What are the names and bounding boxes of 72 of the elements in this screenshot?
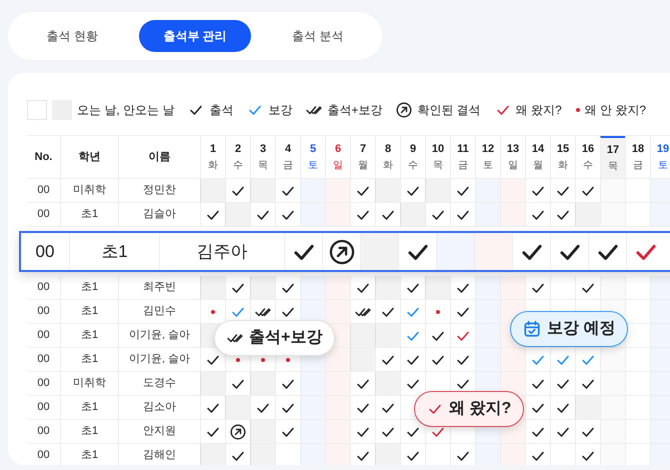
day-weekday: 토 [483,158,493,173]
day-date: 5 [310,142,316,158]
table-cell-text: 00 [36,376,51,392]
table-cell: 초1 [60,348,118,371]
legend-label: 오는 날, 안오는 날 [77,102,174,119]
day-date: 11 [457,142,469,158]
day-weekday: 금 [633,158,643,173]
day-date: 16 [582,142,594,158]
day-weekday: 화 [383,158,393,173]
table-cell-text: 00 [36,448,51,464]
day-date: 10 [432,142,444,158]
table-cell-text: 00 [36,280,51,296]
legend-label: 왜 안 왔지? [584,102,646,119]
table-cell-text: 00 [36,304,51,320]
day-weekday: 수 [583,158,593,173]
day-date: 4 [284,142,292,158]
day-date: 1 [210,142,216,158]
day-weekday: 금 [458,158,468,173]
table-cell: 초1 [60,396,118,419]
column-header: 이름 [118,136,200,178]
day-date: 14 [532,142,544,158]
day-weekday: 월 [358,158,368,173]
column-header: 학년 [60,136,118,178]
table-cell-text: 00 [34,240,56,263]
table-cell: 초1 [60,300,118,323]
day-weekday: 일 [508,158,518,173]
table-cell-text: 00 [36,424,51,440]
legend-label: 출석+보강 [327,102,382,119]
day-weekday: 금 [283,158,293,173]
table-cell: 초1 [60,203,118,226]
table-cell: 초1 [60,276,118,299]
day-date: 18 [632,142,644,158]
table-cell: 초1 [60,324,118,347]
day-weekday: 일 [333,158,343,173]
day-weekday: 목 [258,158,268,173]
day-date: 8 [384,142,392,158]
day-weekday: 수 [233,158,243,173]
table-cell: 초1 [60,420,118,443]
day-weekday: 화 [208,158,218,173]
legend-label: 확인된 결석 [417,102,481,119]
legend-label: 출석 [209,102,234,119]
day-date: 3 [260,142,266,158]
day-date: 9 [410,142,416,158]
legend-label: 보강 [268,102,292,119]
table-cell: 미취학 [60,372,118,395]
day-date: 19 [656,142,670,158]
day-date: 6 [334,142,342,158]
table-cell-text: 00 [36,207,51,222]
table-cell: 미취학 [60,179,118,202]
table-cell: 초1 [60,444,118,465]
day-date: 17 [606,143,620,158]
day-date: 15 [556,142,570,158]
day-date: 13 [506,142,520,158]
day-weekday: 월 [533,158,543,173]
badge-label: 출석+보강 [249,328,322,348]
day-date: 7 [360,142,366,158]
day-weekday: 수 [408,158,418,173]
badge-label: 왜 왔지? [449,399,512,419]
day-weekday: 화 [558,158,568,173]
table-cell: 초1 [69,233,159,270]
column-header: No. [34,150,54,165]
day-weekday: 목 [433,158,443,173]
table-cell-text: 00 [36,183,51,198]
day-weekday: 토 [658,158,668,173]
day-date: 12 [482,142,494,158]
day-weekday: 토 [308,158,318,173]
legend-label: 왜 왔지? [516,102,562,119]
table-cell-text: 00 [36,400,51,416]
table-cell-text: 00 [36,352,51,368]
day-date: 2 [234,142,242,158]
day-weekday: 목 [608,160,618,174]
table-cell-text: 00 [36,328,51,344]
